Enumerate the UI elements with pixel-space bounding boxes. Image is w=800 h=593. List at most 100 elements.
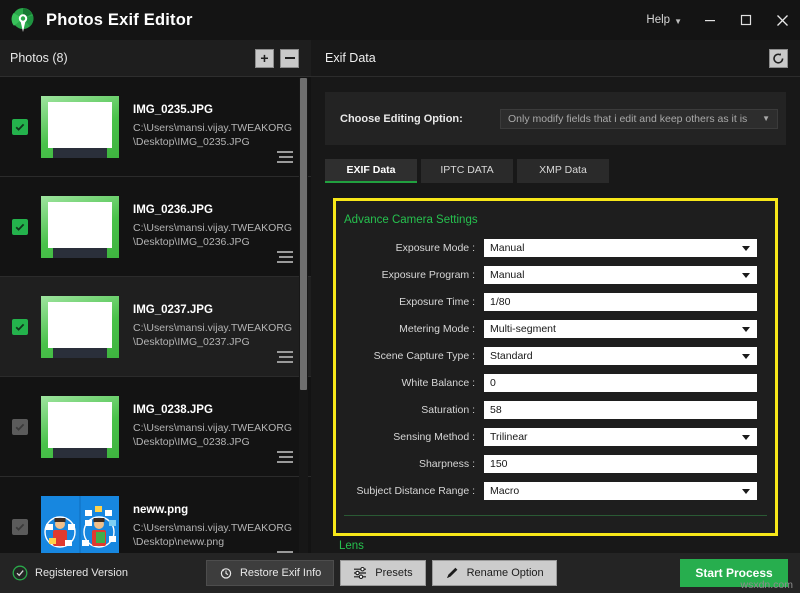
section-title: Advance Camera Settings bbox=[344, 214, 775, 226]
chevron-down-icon bbox=[742, 435, 750, 440]
add-photos-button[interactable]: + bbox=[255, 49, 274, 68]
editing-option-select[interactable]: Only modify fields that i edit and keep … bbox=[500, 109, 778, 129]
tab-label: EXIF Data bbox=[346, 164, 395, 176]
close-icon bbox=[776, 14, 789, 27]
photo-list-item[interactable]: IMG_0236.JPGC:\Users\mansi.vijay.TWEAKOR… bbox=[0, 177, 311, 277]
field-input[interactable]: 150 bbox=[484, 455, 757, 473]
hamburger-icon[interactable] bbox=[277, 151, 293, 162]
chevron-down-icon: ▼ bbox=[674, 17, 682, 26]
maximize-icon bbox=[740, 14, 752, 26]
photo-thumbnail bbox=[41, 96, 119, 158]
photo-thumbnail bbox=[41, 296, 119, 358]
thumbnail-foot bbox=[53, 148, 107, 158]
photo-list-item[interactable]: IMG_0237.JPGC:\Users\mansi.vijay.TWEAKOR… bbox=[0, 277, 311, 377]
photo-file-name: IMG_0238.JPG bbox=[133, 404, 311, 416]
thumbnail-foot bbox=[53, 348, 107, 358]
field-value: 150 bbox=[490, 458, 508, 470]
minimize-button[interactable] bbox=[692, 0, 728, 40]
field-select[interactable]: Manual bbox=[484, 239, 757, 257]
hamburger-icon[interactable] bbox=[277, 351, 293, 362]
photo-list-item[interactable]: IMG_0235.JPGC:\Users\mansi.vijay.TWEAKOR… bbox=[0, 77, 311, 177]
photos-panel-header: Photos (8) + bbox=[0, 40, 311, 77]
registered-status: Registered Version bbox=[12, 565, 128, 581]
photo-file-path: C:\Users\mansi.vijay.TWEAKORG \Desktop\I… bbox=[133, 321, 311, 349]
check-circle-icon bbox=[12, 565, 28, 581]
remove-photos-button[interactable] bbox=[280, 49, 299, 68]
exif-tabs[interactable]: EXIF Data IPTC DATA XMP Data bbox=[325, 159, 800, 183]
presets-button[interactable]: Presets bbox=[340, 560, 425, 586]
close-button[interactable] bbox=[764, 0, 800, 40]
hamburger-icon[interactable] bbox=[277, 251, 293, 262]
checkbox-checked[interactable] bbox=[12, 119, 28, 135]
field-select[interactable]: Manual bbox=[484, 266, 757, 284]
tab-xmp-data[interactable]: XMP Data bbox=[517, 159, 609, 183]
field-value: Manual bbox=[490, 242, 524, 254]
photos-panel-actions: + bbox=[255, 49, 299, 68]
editing-option-box: Choose Editing Option: Only modify field… bbox=[325, 92, 786, 145]
thumbnail-foot bbox=[53, 248, 107, 258]
field-value: Manual bbox=[490, 269, 524, 281]
tab-iptc-data[interactable]: IPTC DATA bbox=[421, 159, 513, 183]
field-value: Multi-segment bbox=[490, 323, 556, 335]
exif-panel-title: Exif Data bbox=[325, 51, 376, 65]
registered-label: Registered Version bbox=[35, 567, 128, 579]
chevron-down-icon bbox=[742, 489, 750, 494]
field-row: Exposure Mode : Manual bbox=[336, 235, 775, 261]
field-row: White Balance :0 bbox=[336, 370, 775, 396]
presets-label: Presets bbox=[375, 567, 412, 579]
photo-list[interactable]: IMG_0235.JPGC:\Users\mansi.vijay.TWEAKOR… bbox=[0, 77, 311, 553]
photos-count-label: Photos (8) bbox=[10, 51, 68, 65]
field-select[interactable]: Standard bbox=[484, 347, 757, 365]
field-label: Sharpness : bbox=[336, 458, 484, 470]
field-label: Saturation : bbox=[336, 404, 484, 416]
window-controls: Help ▼ bbox=[636, 0, 800, 40]
photo-thumbnail bbox=[41, 496, 119, 554]
field-select[interactable]: Trilinear bbox=[484, 428, 757, 446]
field-row: Exposure Time :1/80 bbox=[336, 289, 775, 315]
camera-settings-fields: Exposure Mode :ManualExposure Program :M… bbox=[336, 235, 775, 504]
scrollbar-thumb[interactable] bbox=[300, 78, 307, 390]
aperture-logo-icon bbox=[9, 6, 37, 34]
field-select[interactable]: Multi-segment bbox=[484, 320, 757, 338]
field-label: White Balance : bbox=[336, 377, 484, 389]
rename-option-button[interactable]: Rename Option bbox=[432, 560, 557, 586]
help-menu-button[interactable]: Help ▼ bbox=[636, 0, 692, 40]
chevron-down-icon bbox=[742, 246, 750, 251]
checkbox-checked[interactable] bbox=[12, 219, 28, 235]
field-input[interactable]: 0 bbox=[484, 374, 757, 392]
field-input[interactable]: 58 bbox=[484, 401, 757, 419]
chevron-down-icon: ▼ bbox=[762, 114, 770, 123]
field-value: Standard bbox=[490, 350, 533, 362]
app-title: Photos Exif Editor bbox=[46, 11, 193, 30]
tab-label: IPTC DATA bbox=[440, 164, 493, 176]
photo-meta: neww.png C:\Users\mansi.vijay.TWEAKORG \D… bbox=[133, 504, 311, 549]
restore-exif-info-button[interactable]: Restore Exif Info bbox=[206, 560, 334, 586]
restore-icon bbox=[219, 566, 233, 580]
people-graphic-icon bbox=[41, 496, 119, 554]
pencil-icon bbox=[445, 566, 460, 580]
hamburger-icon[interactable] bbox=[277, 451, 293, 462]
checkbox-checked[interactable] bbox=[12, 319, 28, 335]
photo-file-path: C:\Users\mansi.vijay.TWEAKORG \Desktop\n… bbox=[133, 521, 311, 549]
checkbox-unchecked[interactable] bbox=[12, 519, 28, 535]
tab-exif-data[interactable]: EXIF Data bbox=[325, 159, 417, 183]
chevron-down-icon bbox=[742, 327, 750, 332]
field-label: Metering Mode : bbox=[336, 323, 484, 335]
field-label: Sensing Method : bbox=[336, 431, 484, 443]
refresh-button[interactable] bbox=[769, 49, 788, 68]
refresh-icon bbox=[772, 52, 785, 65]
thumbnail-inner bbox=[48, 202, 112, 248]
photo-list-item[interactable]: IMG_0238.JPGC:\Users\mansi.vijay.TWEAKOR… bbox=[0, 377, 311, 477]
field-select[interactable]: Macro bbox=[484, 482, 757, 500]
field-input[interactable]: 1/80 bbox=[484, 293, 757, 311]
field-value: Macro bbox=[490, 485, 519, 497]
photo-list-scrollbar[interactable] bbox=[299, 78, 308, 553]
check-icon bbox=[14, 421, 26, 433]
photo-file-name: neww.png bbox=[133, 504, 311, 516]
maximize-button[interactable] bbox=[728, 0, 764, 40]
photo-list-item[interactable]: neww.png C:\Users\mansi.vijay.TWEAKORG \D… bbox=[0, 477, 311, 553]
photo-meta: IMG_0235.JPGC:\Users\mansi.vijay.TWEAKOR… bbox=[133, 104, 311, 149]
field-label: Exposure Mode : bbox=[336, 242, 484, 254]
checkbox-unchecked[interactable] bbox=[12, 419, 28, 435]
thumbnail-inner bbox=[48, 402, 112, 448]
